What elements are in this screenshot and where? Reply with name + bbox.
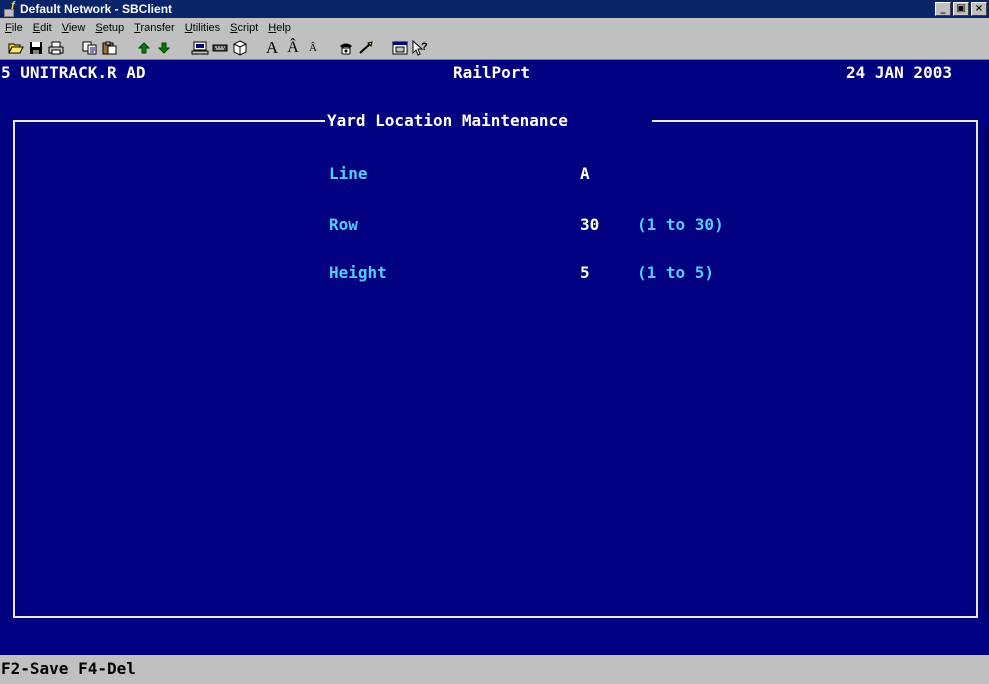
row-range: (1 to 30): [637, 215, 724, 234]
title-bar: Default Network - SBClient _ ▣ ×: [0, 0, 989, 18]
phone-icon[interactable]: [336, 39, 356, 57]
terminal-icon[interactable]: [190, 39, 210, 57]
row-label: Row: [329, 215, 358, 234]
keyboard-icon[interactable]: [210, 39, 230, 57]
paste-icon[interactable]: [100, 39, 120, 57]
menu-transfer[interactable]: Transfer: [129, 22, 180, 34]
menu-help[interactable]: Help: [263, 22, 296, 34]
menu-utilities[interactable]: Utilities: [180, 22, 225, 34]
height-value[interactable]: 5: [580, 263, 590, 282]
frame-divider: [13, 120, 325, 122]
print-icon[interactable]: [46, 39, 66, 57]
font-increase-icon[interactable]: Â: [282, 39, 304, 57]
screen-frame: [13, 120, 978, 618]
menu-setup[interactable]: Setup: [90, 22, 129, 34]
restore-button[interactable]: ▣: [953, 2, 969, 16]
menu-edit[interactable]: Edit: [28, 22, 57, 34]
terminal-edge: [984, 130, 989, 610]
font-large-icon[interactable]: A: [262, 38, 282, 57]
font-decrease-icon[interactable]: Â: [304, 39, 322, 57]
terminal-header: 5 UNITRACK.R AD RailPort 24 JAN 2003: [0, 60, 989, 86]
hangup-icon[interactable]: [356, 39, 376, 57]
open-icon[interactable]: [6, 39, 26, 57]
app-icon[interactable]: [3, 0, 17, 17]
current-date: 24 JAN 2003: [846, 63, 952, 82]
minimize-button[interactable]: _: [935, 2, 951, 16]
window-title: Default Network - SBClient: [20, 2, 173, 16]
height-range: (1 to 5): [637, 263, 715, 282]
menu-file[interactable]: File: [0, 22, 28, 34]
copy-icon[interactable]: [80, 39, 100, 57]
terminal-footer-strip: [0, 631, 989, 655]
screen-title: Yard Location Maintenance: [327, 111, 568, 130]
menu-bar: File Edit View Setup Transfer Utilities …: [0, 18, 989, 37]
download-arrow-icon[interactable]: [154, 39, 174, 57]
cube-icon[interactable]: [230, 39, 250, 57]
function-key-bar[interactable]: F2-Save F4-Del: [0, 655, 989, 684]
upload-arrow-icon[interactable]: [134, 39, 154, 57]
line-value[interactable]: A: [580, 164, 590, 183]
menu-view[interactable]: View: [57, 22, 91, 34]
program-id: 5 UNITRACK.R AD: [1, 63, 146, 82]
height-label: Height: [329, 263, 387, 282]
toolbar: A Â Â ?: [0, 37, 989, 60]
line-label: Line: [329, 164, 368, 183]
svg-text:?: ?: [421, 41, 428, 53]
help-pointer-icon[interactable]: ?: [410, 39, 430, 57]
row-value[interactable]: 30: [580, 215, 599, 234]
close-button[interactable]: ×: [971, 2, 987, 16]
system-name: RailPort: [453, 63, 531, 82]
menu-script[interactable]: Script: [225, 22, 263, 34]
window-icon[interactable]: [390, 39, 410, 57]
save-icon[interactable]: [26, 39, 46, 57]
frame-divider: [652, 120, 978, 122]
